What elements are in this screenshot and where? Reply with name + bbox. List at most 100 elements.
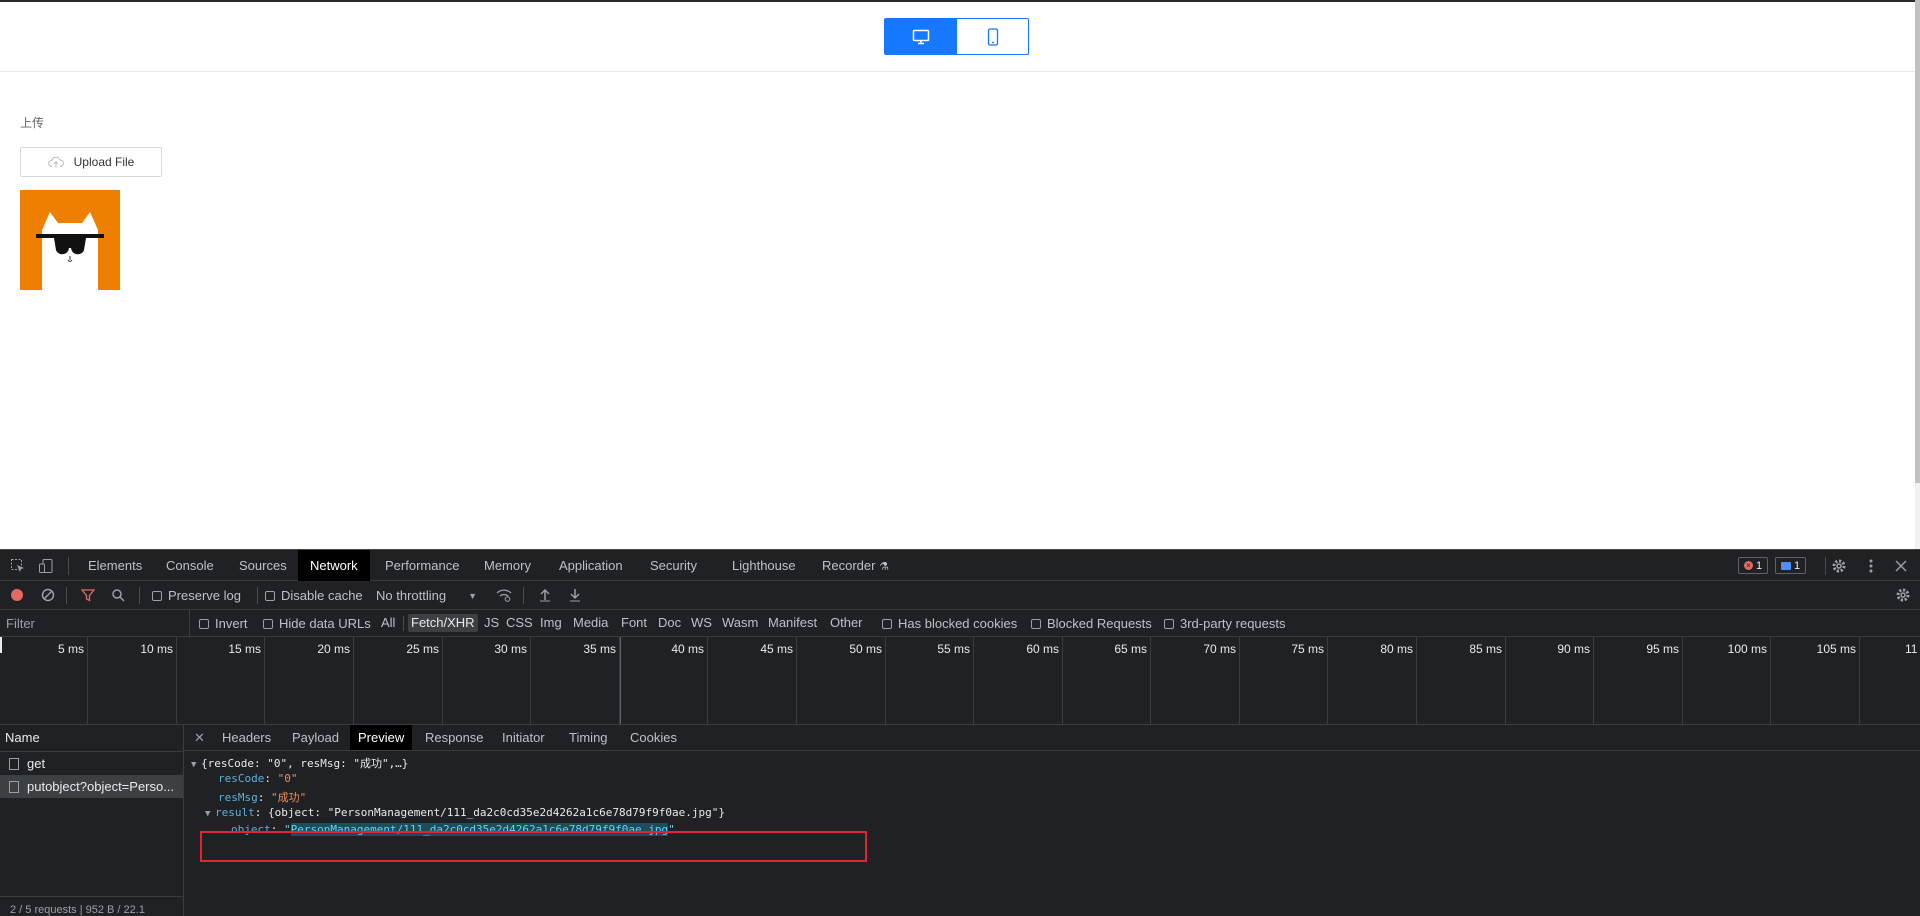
mobile-view-button[interactable] bbox=[956, 19, 1028, 54]
json-value: "0" bbox=[277, 772, 298, 785]
more-options-icon[interactable] bbox=[1862, 557, 1880, 575]
third-party-requests-checkbox[interactable]: 3rd-party requests bbox=[1164, 616, 1286, 631]
device-toolbar-icon[interactable] bbox=[37, 557, 55, 575]
settings-gear-icon[interactable] bbox=[1830, 557, 1848, 575]
mobile-icon bbox=[987, 27, 998, 46]
type-filter-wasm[interactable]: Wasm bbox=[719, 614, 761, 632]
clear-icon[interactable] bbox=[39, 586, 57, 604]
tab-cookies[interactable]: Cookies bbox=[622, 725, 685, 750]
throttling-select[interactable]: No throttling ▼ bbox=[376, 588, 477, 603]
type-filter-doc[interactable]: Doc bbox=[655, 614, 684, 632]
tab-application[interactable]: Application bbox=[547, 550, 635, 581]
tab-network[interactable]: Network bbox=[298, 550, 370, 581]
tab-initiator[interactable]: Initiator bbox=[494, 725, 553, 750]
timeline-tick: 80 ms bbox=[1328, 637, 1417, 725]
timeline-tick: 45 ms bbox=[708, 637, 797, 725]
uploaded-image-thumbnail[interactable] bbox=[20, 190, 120, 290]
chevron-down-icon: ▼ bbox=[468, 590, 478, 601]
detail-tabbar: ✕ Headers Payload Preview Response Initi… bbox=[184, 725, 1920, 751]
request-row-putobject[interactable]: putobject?object=Perso... bbox=[0, 775, 183, 798]
cloud-upload-icon bbox=[47, 156, 64, 168]
type-filter-ws[interactable]: WS bbox=[688, 614, 715, 632]
preserve-log-checkbox[interactable]: Preserve log bbox=[152, 588, 241, 603]
invert-label: Invert bbox=[215, 616, 248, 631]
type-filter-css[interactable]: CSS bbox=[503, 614, 536, 632]
disable-cache-checkbox[interactable]: Disable cache bbox=[265, 588, 363, 603]
json-root-summary: {resCode: "0", resMsg: "成功",…} bbox=[201, 757, 409, 770]
tab-payload[interactable]: Payload bbox=[284, 725, 347, 750]
header-divider bbox=[0, 71, 1916, 72]
error-count-badge[interactable]: × 1 bbox=[1738, 557, 1769, 574]
timeline-tick: 30 ms bbox=[443, 637, 531, 725]
filter-funnel-icon[interactable] bbox=[79, 586, 97, 604]
disable-cache-label: Disable cache bbox=[281, 588, 363, 603]
inspect-element-icon[interactable] bbox=[9, 557, 27, 575]
tab-sources[interactable]: Sources bbox=[227, 550, 299, 581]
type-filter-img[interactable]: Img bbox=[537, 614, 565, 632]
timeline-tick: 5 ms bbox=[0, 637, 88, 725]
devtools-tabbar: Elements Console Sources Network Perform… bbox=[0, 549, 1920, 581]
json-root-line[interactable]: ▼ {resCode: "0", resMsg: "成功",…} bbox=[191, 755, 408, 771]
network-overview-timeline[interactable]: 5 ms 10 ms 15 ms 20 ms 25 ms 30 ms 35 ms… bbox=[0, 637, 1920, 725]
type-filter-fetch-xhr[interactable]: Fetch/XHR bbox=[408, 614, 478, 632]
page-viewport: 上传 Upload File bbox=[0, 0, 1920, 549]
json-key: resCode bbox=[218, 772, 265, 785]
type-filter-other[interactable]: Other bbox=[827, 614, 866, 632]
request-row-get[interactable]: get bbox=[0, 752, 183, 775]
close-devtools-icon[interactable] bbox=[1892, 557, 1910, 575]
tab-headers[interactable]: Headers bbox=[214, 725, 279, 750]
type-filter-js[interactable]: JS bbox=[481, 614, 502, 632]
tab-preview[interactable]: Preview bbox=[350, 725, 413, 750]
timeline-tick: 90 ms bbox=[1506, 637, 1594, 725]
error-icon: × bbox=[1744, 561, 1753, 570]
page-scrollbar[interactable] bbox=[1915, 0, 1920, 549]
expand-triangle-icon: ▼ bbox=[191, 760, 197, 770]
export-har-icon[interactable] bbox=[566, 586, 584, 604]
json-result-line[interactable]: ▼ result: {object: "PersonManagement/111_… bbox=[205, 806, 725, 819]
cat-with-sunglasses-image bbox=[20, 190, 120, 290]
import-har-icon[interactable] bbox=[536, 586, 554, 604]
record-icon[interactable] bbox=[8, 586, 26, 604]
upload-file-button[interactable]: Upload File bbox=[20, 147, 162, 177]
timeline-tick: 10 ms bbox=[88, 637, 177, 725]
close-detail-icon[interactable]: ✕ bbox=[186, 725, 213, 750]
invert-checkbox[interactable]: Invert bbox=[199, 616, 248, 631]
type-filter-font[interactable]: Font bbox=[618, 614, 650, 632]
has-blocked-cookies-checkbox[interactable]: Has blocked cookies bbox=[882, 616, 1017, 631]
tab-elements[interactable]: Elements bbox=[76, 550, 154, 581]
timeline-tick: 75 ms bbox=[1240, 637, 1328, 725]
type-filter-media[interactable]: Media bbox=[570, 614, 611, 632]
desktop-icon bbox=[912, 29, 929, 44]
tab-recorder[interactable]: Recorder ⚗ bbox=[810, 550, 901, 581]
hide-data-urls-label: Hide data URLs bbox=[279, 616, 371, 631]
tab-memory[interactable]: Memory bbox=[472, 550, 543, 581]
upload-file-label: Upload File bbox=[73, 155, 135, 169]
type-filter-all[interactable]: All bbox=[378, 614, 398, 632]
message-count-badge[interactable]: 1 bbox=[1775, 557, 1807, 574]
flask-icon: ⚗ bbox=[879, 561, 889, 573]
hide-data-urls-checkbox[interactable]: Hide data URLs bbox=[263, 616, 371, 631]
tab-console[interactable]: Console bbox=[154, 550, 226, 581]
request-summary-status: 2 / 5 requests | 952 B / 22.1 bbox=[0, 896, 183, 916]
tab-response[interactable]: Response bbox=[417, 725, 492, 750]
json-rescode-line: resCode: "0" bbox=[218, 772, 298, 785]
blocked-requests-checkbox[interactable]: Blocked Requests bbox=[1031, 616, 1152, 631]
network-conditions-icon[interactable] bbox=[495, 586, 513, 604]
json-key: result bbox=[215, 806, 255, 819]
desktop-view-button[interactable] bbox=[885, 19, 956, 54]
tab-performance[interactable]: Performance bbox=[373, 550, 471, 581]
blocked-requests-label: Blocked Requests bbox=[1047, 616, 1152, 631]
request-name: get bbox=[27, 756, 46, 771]
filter-input[interactable] bbox=[0, 610, 190, 636]
name-column-header[interactable]: Name bbox=[0, 725, 183, 752]
tab-security[interactable]: Security bbox=[638, 550, 709, 581]
timeline-tick: 95 ms bbox=[1594, 637, 1683, 725]
type-filter-manifest[interactable]: Manifest bbox=[765, 614, 820, 632]
network-settings-gear-icon[interactable] bbox=[1894, 586, 1912, 604]
expand-triangle-icon: ▼ bbox=[205, 809, 211, 819]
tab-lighthouse[interactable]: Lighthouse bbox=[720, 550, 808, 581]
request-name: putobject?object=Perso... bbox=[27, 779, 175, 794]
request-detail-pane: ✕ Headers Payload Preview Response Initi… bbox=[184, 725, 1920, 916]
search-icon[interactable] bbox=[109, 586, 127, 604]
tab-timing[interactable]: Timing bbox=[561, 725, 616, 750]
